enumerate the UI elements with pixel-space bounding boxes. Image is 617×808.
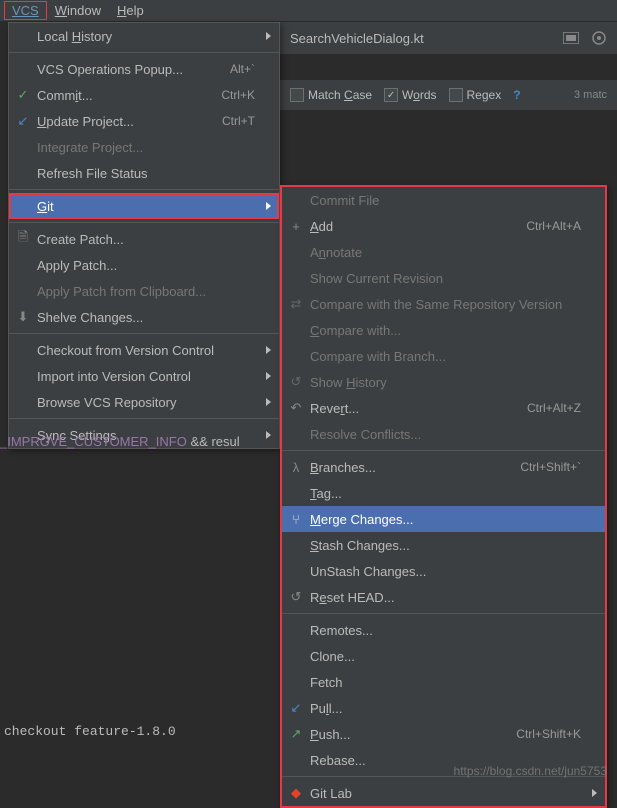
menu-merge-changes[interactable]: ⑂ Merge Changes... bbox=[282, 506, 605, 532]
menu-apply-patch[interactable]: Apply Patch... bbox=[9, 252, 279, 278]
menu-separator bbox=[9, 333, 279, 334]
menu-import-into-vc[interactable]: Import into Version Control bbox=[9, 363, 279, 389]
menu-unstash-changes[interactable]: UnStash Changes... bbox=[282, 558, 605, 584]
menu-pull[interactable]: ↙ Pull... bbox=[282, 695, 605, 721]
menu-create-patch[interactable]: 🗎 Create Patch... bbox=[9, 226, 279, 252]
editor-code: _IMPROVE_CUSTOMER_INFO && resul bbox=[0, 430, 280, 454]
plus-icon: + bbox=[288, 219, 304, 234]
update-icon: ↙ bbox=[15, 113, 31, 129]
menu-shelve-changes[interactable]: ⬇ Shelve Changes... bbox=[9, 304, 279, 330]
watermark: https://blog.csdn.net/jun5753 bbox=[454, 764, 607, 778]
menu-local-history[interactable]: Local History bbox=[9, 23, 279, 49]
match-case-checkbox[interactable]: Match Case bbox=[290, 88, 372, 102]
shelve-icon: ⬇ bbox=[15, 309, 31, 325]
menu-checkout-from-vc[interactable]: Checkout from Version Control bbox=[9, 337, 279, 363]
menu-separator bbox=[9, 418, 279, 419]
menu-separator bbox=[9, 222, 279, 223]
menu-tag[interactable]: Tag... bbox=[282, 480, 605, 506]
help-icon[interactable]: ? bbox=[513, 88, 520, 102]
menu-stash-changes[interactable]: Stash Changes... bbox=[282, 532, 605, 558]
pull-icon: ↙ bbox=[288, 700, 304, 716]
search-options-bar: Match Case ✓ Words Regex ? 3 matc bbox=[280, 80, 617, 110]
terminal-output: checkout feature-1.8.0 bbox=[4, 724, 176, 739]
menu-commit-file: Commit File bbox=[282, 187, 605, 213]
crosshair-icon[interactable] bbox=[591, 30, 607, 46]
words-checkbox[interactable]: ✓ Words bbox=[384, 88, 436, 102]
menu-vcs-operations-popup[interactable]: VCS Operations Popup... Alt+` bbox=[9, 56, 279, 82]
menu-push[interactable]: ↗ Push... Ctrl+Shift+K bbox=[282, 721, 605, 747]
preview-icon[interactable] bbox=[563, 32, 579, 44]
submenu-arrow-icon bbox=[266, 346, 271, 354]
menu-refresh-file-status[interactable]: Refresh File Status bbox=[9, 160, 279, 186]
menu-compare-with-branch: Compare with Branch... bbox=[282, 343, 605, 369]
merge-icon: ⑂ bbox=[288, 512, 304, 527]
menu-separator bbox=[282, 450, 605, 451]
menubar-window[interactable]: Window bbox=[47, 1, 109, 20]
menu-show-history: ↺ Show History bbox=[282, 369, 605, 395]
checkbox-icon bbox=[449, 88, 463, 102]
git-submenu: Commit File + Add Ctrl+Alt+A Annotate Sh… bbox=[280, 185, 607, 808]
menu-update-project[interactable]: ↙ Update Project... Ctrl+T bbox=[9, 108, 279, 134]
menu-fetch[interactable]: Fetch bbox=[282, 669, 605, 695]
revert-icon: ↶ bbox=[288, 400, 304, 416]
submenu-arrow-icon bbox=[266, 372, 271, 380]
push-icon: ↗ bbox=[288, 726, 304, 742]
vcs-menu: Local History VCS Operations Popup... Al… bbox=[8, 22, 280, 449]
menubar-help[interactable]: Help bbox=[109, 1, 152, 20]
menu-commit[interactable]: ✓ Commit... Ctrl+K bbox=[9, 82, 279, 108]
menu-branches[interactable]: λ Branches... Ctrl+Shift+` bbox=[282, 454, 605, 480]
code-constant: _IMPROVE_CUSTOMER_INFO bbox=[0, 434, 187, 449]
menu-show-current-revision: Show Current Revision bbox=[282, 265, 605, 291]
menu-reset-head[interactable]: ↺ Reset HEAD... bbox=[282, 584, 605, 610]
match-count: 3 matc bbox=[574, 89, 607, 101]
submenu-arrow-icon bbox=[266, 202, 271, 210]
menu-integrate-project: Integrate Project... bbox=[9, 134, 279, 160]
menubar: VCS Window Help bbox=[0, 0, 617, 22]
compare-icon: ⇄ bbox=[288, 296, 304, 312]
checkbox-icon bbox=[290, 88, 304, 102]
patch-icon: 🗎 bbox=[15, 228, 31, 250]
menu-apply-patch-clipboard: Apply Patch from Clipboard... bbox=[9, 278, 279, 304]
menu-annotate: Annotate bbox=[282, 239, 605, 265]
gitlab-icon: ◆ bbox=[288, 785, 304, 801]
checkbox-icon: ✓ bbox=[384, 88, 398, 102]
editor-tab-area: SearchVehicleDialog.kt bbox=[280, 22, 617, 54]
menu-resolve-conflicts: Resolve Conflicts... bbox=[282, 421, 605, 447]
menu-revert[interactable]: ↶ Revert... Ctrl+Alt+Z bbox=[282, 395, 605, 421]
submenu-arrow-icon bbox=[266, 398, 271, 406]
menu-add[interactable]: + Add Ctrl+Alt+A bbox=[282, 213, 605, 239]
menubar-vcs[interactable]: VCS bbox=[4, 1, 47, 20]
regex-checkbox[interactable]: Regex bbox=[449, 88, 502, 102]
menu-separator bbox=[9, 52, 279, 53]
history-icon: ↺ bbox=[288, 374, 304, 390]
branch-icon: λ bbox=[288, 460, 304, 475]
menu-remotes[interactable]: Remotes... bbox=[282, 617, 605, 643]
menu-separator bbox=[282, 613, 605, 614]
menu-clone[interactable]: Clone... bbox=[282, 643, 605, 669]
check-icon: ✓ bbox=[15, 87, 31, 103]
tab-filename[interactable]: SearchVehicleDialog.kt bbox=[290, 31, 424, 46]
tab-icons bbox=[563, 30, 607, 46]
submenu-arrow-icon bbox=[266, 32, 271, 40]
menu-compare-with: Compare with... bbox=[282, 317, 605, 343]
menu-git[interactable]: Git bbox=[9, 193, 279, 219]
menu-browse-vcs-repo[interactable]: Browse VCS Repository bbox=[9, 389, 279, 415]
menu-separator bbox=[9, 189, 279, 190]
menu-compare-same-repo-version: ⇄ Compare with the Same Repository Versi… bbox=[282, 291, 605, 317]
reset-icon: ↺ bbox=[288, 589, 304, 605]
submenu-arrow-icon bbox=[592, 789, 597, 797]
